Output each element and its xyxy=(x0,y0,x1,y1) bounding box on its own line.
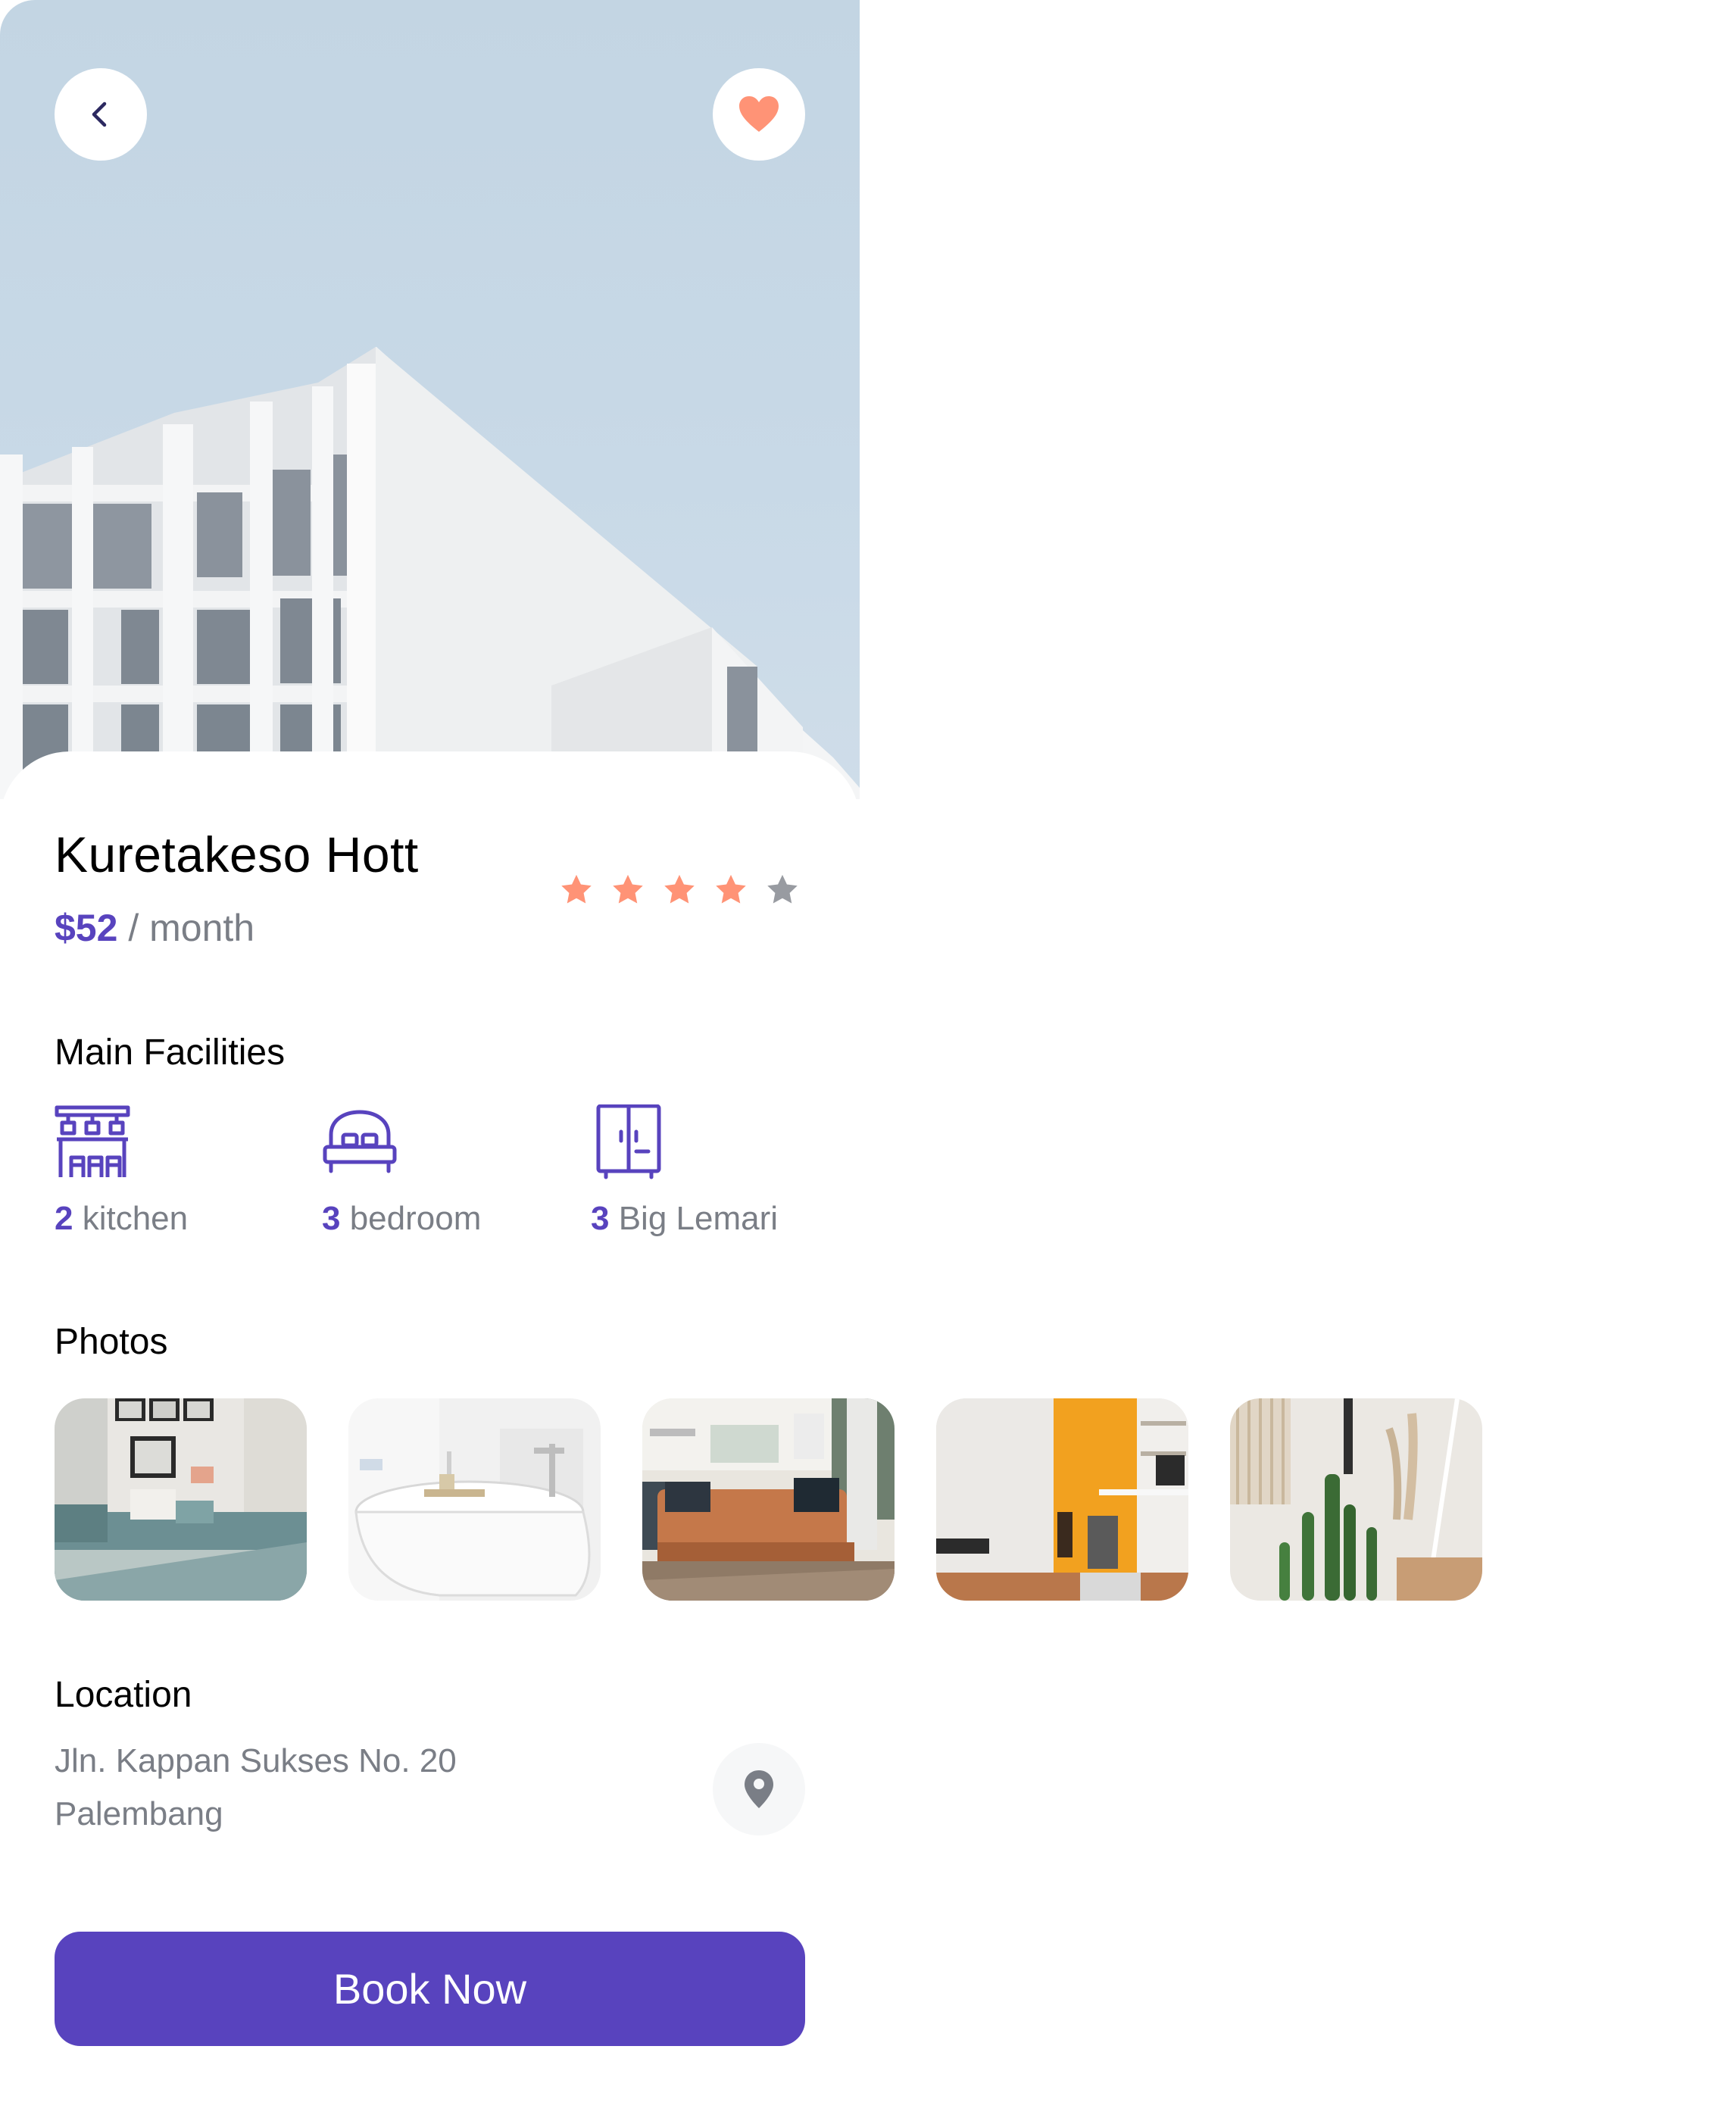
location-title: Location xyxy=(55,1675,192,1715)
price-amount: $52 xyxy=(55,907,118,949)
address-line-1: Jln. Kappan Sukses No. 20 xyxy=(55,1742,457,1779)
workspace-photo[interactable] xyxy=(936,1398,1188,1601)
facilities-title: Main Facilities xyxy=(55,1032,286,1073)
price-period: / month xyxy=(117,907,255,949)
bedroom-icon xyxy=(323,1110,397,1173)
living-room-photo[interactable] xyxy=(642,1398,895,1601)
facility-cupboard-label: 3 Big Lemari xyxy=(591,1200,779,1237)
cupboard-icon xyxy=(596,1104,661,1179)
facility-bedroom: 3 bedroom xyxy=(322,1104,481,1237)
property-name: Kuretakeso Hott xyxy=(55,826,419,882)
chevron-left-icon xyxy=(92,102,107,127)
book-now-button[interactable]: Book Now xyxy=(55,1932,805,2046)
facility-kitchen-label: 2 kitchen xyxy=(55,1200,189,1237)
address: Jln. Kappan Sukses No. 20 Palembang xyxy=(55,1735,457,1841)
photo-gallery xyxy=(55,1398,1482,1601)
heart-icon xyxy=(739,96,779,132)
back-button[interactable] xyxy=(55,68,147,161)
map-button[interactable] xyxy=(713,1743,805,1835)
star-filled-icon xyxy=(613,874,643,904)
facility-kitchen: 2 kitchen xyxy=(55,1104,188,1237)
favorite-button[interactable] xyxy=(713,68,805,161)
photos-title: Photos xyxy=(55,1322,168,1362)
cactus-photo[interactable] xyxy=(1230,1398,1482,1601)
bedroom-photo[interactable] xyxy=(55,1398,307,1601)
star-filled-icon xyxy=(716,874,746,904)
star-empty-icon xyxy=(767,874,798,904)
bathtub-photo[interactable] xyxy=(348,1398,601,1601)
star-filled-icon xyxy=(664,874,695,904)
rating-stars xyxy=(559,873,800,907)
address-line-2: Palembang xyxy=(55,1795,223,1832)
price: $52 / month xyxy=(55,906,254,950)
kitchen-icon xyxy=(55,1105,130,1177)
hero-image xyxy=(0,0,860,799)
map-pin-icon xyxy=(745,1770,773,1808)
facility-bedroom-label: 3 bedroom xyxy=(322,1200,482,1237)
star-filled-icon xyxy=(561,874,592,904)
facility-cupboard: 3 Big Lemari xyxy=(591,1104,778,1237)
